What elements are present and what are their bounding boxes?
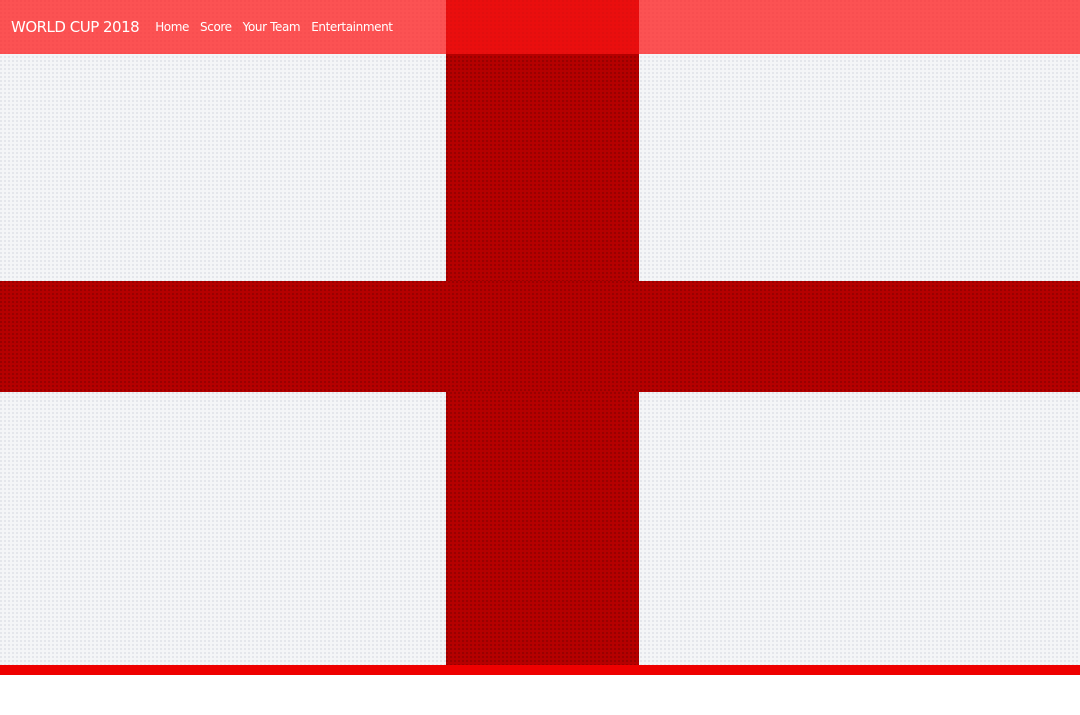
nav-link-home[interactable]: Home [155, 20, 189, 34]
nav-link-entertainment[interactable]: Entertainment [311, 20, 393, 34]
brand-link[interactable]: WORLD CUP 2018 [11, 18, 140, 36]
bottom-accent-stripe [0, 665, 1080, 675]
nav-links: Home Score Your Team Entertainment [155, 20, 393, 34]
flag-cross-horizontal-bar [0, 281, 1080, 392]
top-navbar: WORLD CUP 2018 Home Score Your Team Ente… [0, 0, 1080, 54]
england-flag-banner [0, 0, 1080, 665]
page: WORLD CUP 2018 Home Score Your Team Ente… [0, 0, 1080, 715]
nav-link-score[interactable]: Score [200, 20, 232, 34]
nav-link-your-team[interactable]: Your Team [243, 20, 301, 34]
